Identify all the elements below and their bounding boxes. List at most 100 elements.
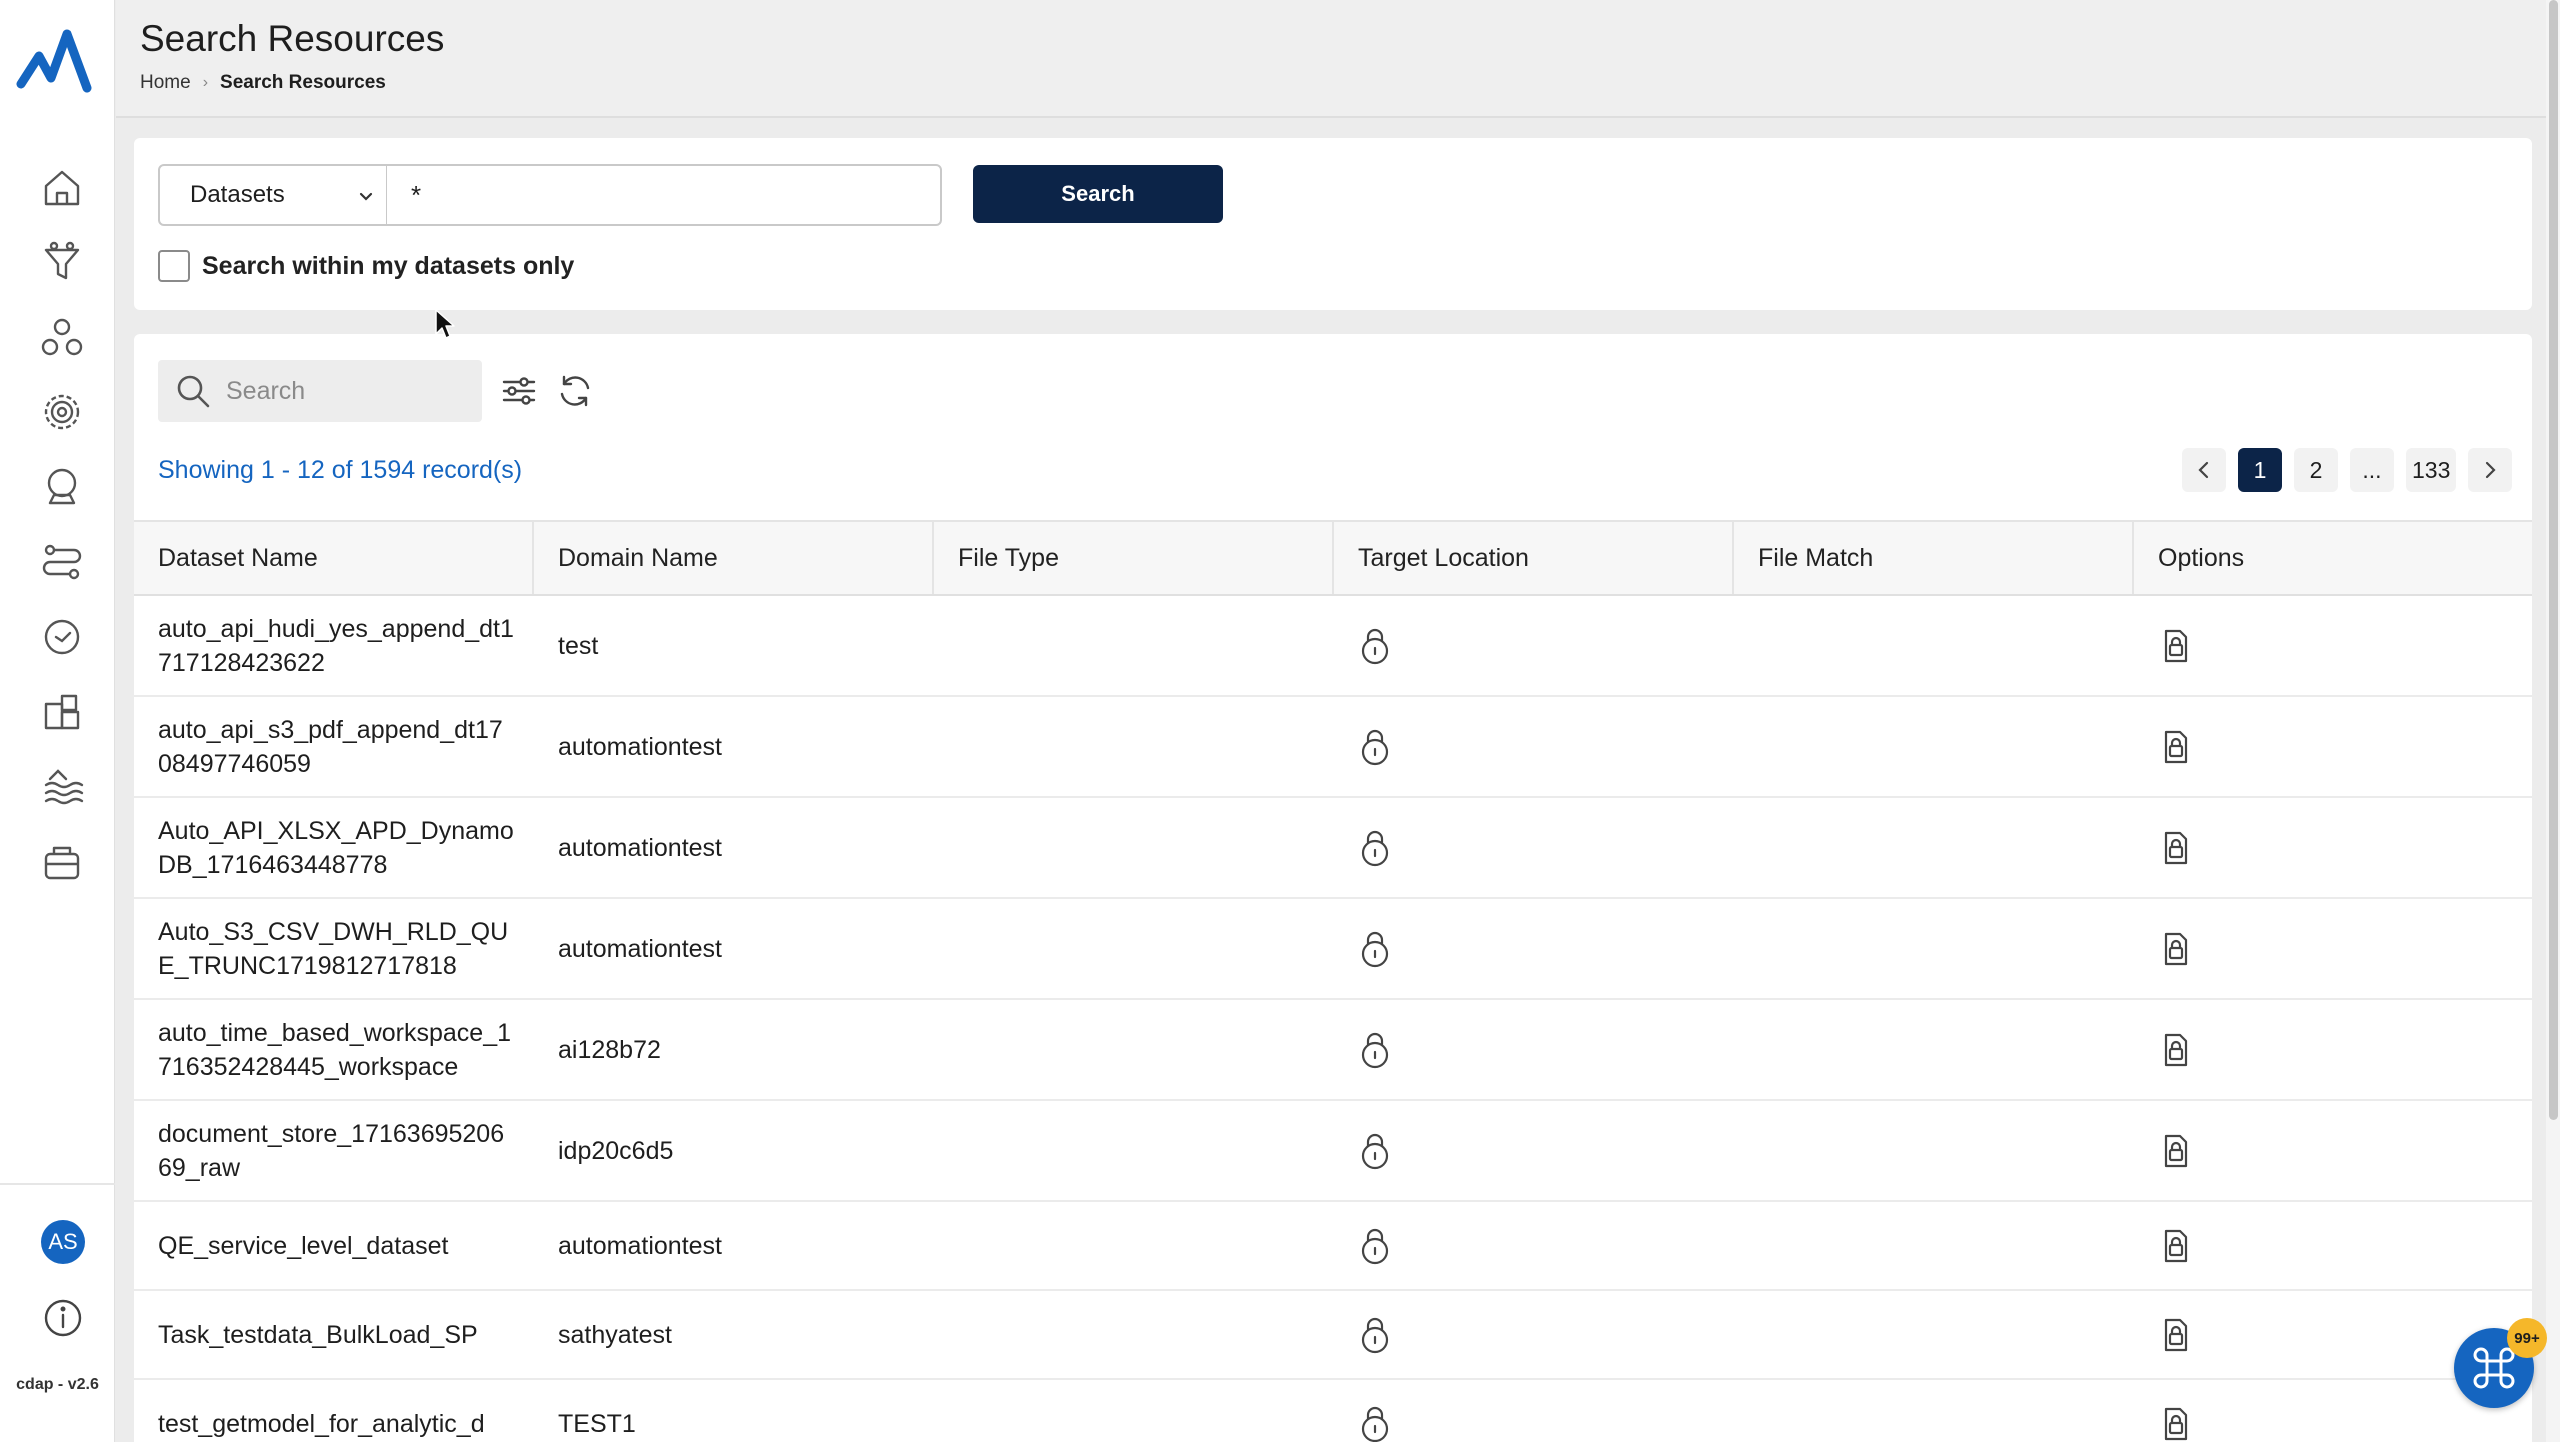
table-row[interactable]: Task_testdata_BulkLoad_SP sathyatest <box>134 1291 2532 1380</box>
dataset-name[interactable]: test_getmodel_for_analytic_d <box>158 1407 485 1441</box>
dataset-name-cell[interactable]: auto_api_hudi_yes_append_dt1717128423622 <box>134 596 534 695</box>
dataset-name-cell[interactable]: Auto_API_XLSX_APD_DynamoDB_1716463448778 <box>134 798 534 897</box>
dataset-name-cell[interactable]: document_store_1716369520669_raw <box>134 1101 534 1200</box>
table-row[interactable]: auto_api_hudi_yes_append_dt1717128423622… <box>134 596 2532 697</box>
sidebar-item-integrations[interactable] <box>34 684 90 740</box>
column-header-file-type[interactable]: File Type <box>934 522 1334 594</box>
puzzle-icon <box>44 694 80 730</box>
search-icon <box>177 375 210 408</box>
sidebar-item-predict[interactable] <box>34 459 90 515</box>
sidebar-item-network[interactable] <box>34 309 90 365</box>
target-location-lock[interactable] <box>1358 1031 1392 1069</box>
lock-icon <box>1361 931 1389 967</box>
my-datasets-toggle[interactable]: Search within my datasets only <box>158 250 574 282</box>
sidebar-item-home[interactable] <box>34 160 90 216</box>
my-datasets-checkbox[interactable] <box>158 250 190 282</box>
pagination-next[interactable] <box>2468 448 2513 492</box>
filter-sliders-icon[interactable] <box>500 372 538 410</box>
dataset-name[interactable]: Task_testdata_BulkLoad_SP <box>158 1318 478 1352</box>
sidebar-item-storage[interactable] <box>34 834 90 890</box>
dataset-name[interactable]: auto_time_based_workspace_1716352428445_… <box>158 1016 516 1084</box>
target-location-lock[interactable] <box>1358 1227 1392 1265</box>
file-match-cell <box>1734 798 2134 897</box>
options-button[interactable] <box>2158 1031 2192 1069</box>
results-table: Dataset Name Domain Name File Type Targe… <box>134 520 2532 1442</box>
pagination-ellipsis[interactable]: ... <box>2350 448 2394 492</box>
column-header-options: Options <box>2158 543 2245 572</box>
lock-icon <box>1361 1133 1389 1169</box>
table-row[interactable]: auto_api_s3_pdf_append_dt1708497746059 a… <box>134 697 2532 798</box>
options-button[interactable] <box>2158 1316 2192 1354</box>
info-icon[interactable] <box>42 1297 84 1339</box>
dataset-name[interactable]: auto_api_s3_pdf_append_dt1708497746059 <box>158 713 516 781</box>
my-datasets-label[interactable]: Search within my datasets only <box>202 252 574 281</box>
options-button[interactable] <box>2158 930 2192 968</box>
app-logo[interactable] <box>15 26 95 100</box>
user-avatar[interactable]: AS <box>41 1220 85 1264</box>
options-button[interactable] <box>2158 829 2192 867</box>
column-header-dataset-name[interactable]: Dataset Name <box>134 522 534 594</box>
resource-type-select[interactable]: Datasets <box>158 164 388 226</box>
dataset-name-cell[interactable]: Task_testdata_BulkLoad_SP <box>134 1291 534 1378</box>
dataset-name[interactable]: QE_service_level_dataset <box>158 1229 448 1263</box>
dataset-name-cell[interactable]: auto_time_based_workspace_1716352428445_… <box>134 1000 534 1099</box>
table-row[interactable]: auto_time_based_workspace_1716352428445_… <box>134 1000 2532 1101</box>
query-input[interactable] <box>386 164 942 226</box>
sidebar-item-ingest[interactable] <box>34 234 90 290</box>
column-header-domain-name[interactable]: Domain Name <box>534 522 934 594</box>
options-cell <box>2134 1000 2532 1099</box>
domain-name-cell: automationtest <box>534 697 934 796</box>
breadcrumb-home[interactable]: Home <box>140 72 191 94</box>
dataset-name[interactable]: Auto_API_XLSX_APD_DynamoDB_1716463448778 <box>158 814 516 882</box>
sidebar-item-data-lake[interactable] <box>34 759 90 815</box>
target-location-lock[interactable] <box>1358 829 1392 867</box>
crystal-ball-icon <box>47 468 77 505</box>
pagination-page-1[interactable]: 1 <box>2238 448 2282 492</box>
domain-name: TEST1 <box>558 1409 636 1438</box>
pagination-page-last[interactable]: 133 <box>2406 448 2457 492</box>
domain-name-cell: TEST1 <box>534 1380 934 1442</box>
dataset-name[interactable]: document_store_1716369520669_raw <box>158 1117 516 1185</box>
table-row[interactable]: Auto_API_XLSX_APD_DynamoDB_1716463448778… <box>134 798 2532 899</box>
options-button[interactable] <box>2158 1132 2192 1170</box>
lock-icon <box>1361 729 1389 765</box>
sidebar-item-schedules[interactable] <box>34 609 90 665</box>
sidebar-item-pipelines[interactable] <box>34 534 90 590</box>
target-location-lock[interactable] <box>1358 627 1392 665</box>
table-row[interactable]: QE_service_level_dataset automationtest <box>134 1202 2532 1291</box>
target-location-lock[interactable] <box>1358 728 1392 766</box>
target-location-lock[interactable] <box>1358 930 1392 968</box>
table-row[interactable]: Auto_S3_CSV_DWH_RLD_QUE_TRUNC17198127178… <box>134 899 2532 1000</box>
records-summary: Showing 1 - 12 of 1594 record(s) <box>158 456 523 484</box>
page-title: Search Resources <box>140 18 445 59</box>
options-button[interactable] <box>2158 1405 2192 1442</box>
filter-search-box[interactable] <box>158 360 482 422</box>
column-header-target-location[interactable]: Target Location <box>1334 522 1734 594</box>
filter-search-input[interactable] <box>226 376 466 406</box>
target-location-cell <box>1334 899 1734 998</box>
dataset-name[interactable]: Auto_S3_CSV_DWH_RLD_QUE_TRUNC17198127178… <box>158 915 516 983</box>
pagination-prev[interactable] <box>2182 448 2226 492</box>
dataset-name[interactable]: auto_api_hudi_yes_append_dt1717128423622 <box>158 612 516 680</box>
options-button[interactable] <box>2158 1227 2192 1265</box>
dataset-name-cell[interactable]: Auto_S3_CSV_DWH_RLD_QUE_TRUNC17198127178… <box>134 899 534 998</box>
options-button[interactable] <box>2158 627 2192 665</box>
storage-icon <box>44 846 80 880</box>
target-location-lock[interactable] <box>1358 1316 1392 1354</box>
pagination: 1 2 ... 133 <box>2182 448 2513 492</box>
dataset-name-cell[interactable]: auto_api_s3_pdf_append_dt1708497746059 <box>134 697 534 796</box>
table-row[interactable]: document_store_1716369520669_raw idp20c6… <box>134 1101 2532 1202</box>
sidebar-item-settings[interactable] <box>34 384 90 440</box>
pagination-page-2[interactable]: 2 <box>2294 448 2338 492</box>
refresh-icon[interactable] <box>556 372 594 410</box>
dataset-name-cell[interactable]: QE_service_level_dataset <box>134 1202 534 1289</box>
column-header-file-match[interactable]: File Match <box>1734 522 2134 594</box>
scrollbar-thumb[interactable] <box>2549 0 2558 1120</box>
target-location-lock[interactable] <box>1358 1132 1392 1170</box>
dataset-name-cell[interactable]: test_getmodel_for_analytic_d <box>134 1380 534 1442</box>
file-type-cell <box>934 697 1334 796</box>
target-location-lock[interactable] <box>1358 1405 1392 1442</box>
options-button[interactable] <box>2158 728 2192 766</box>
search-button[interactable]: Search <box>973 165 1223 223</box>
table-row[interactable]: test_getmodel_for_analytic_d TEST1 <box>134 1380 2532 1442</box>
